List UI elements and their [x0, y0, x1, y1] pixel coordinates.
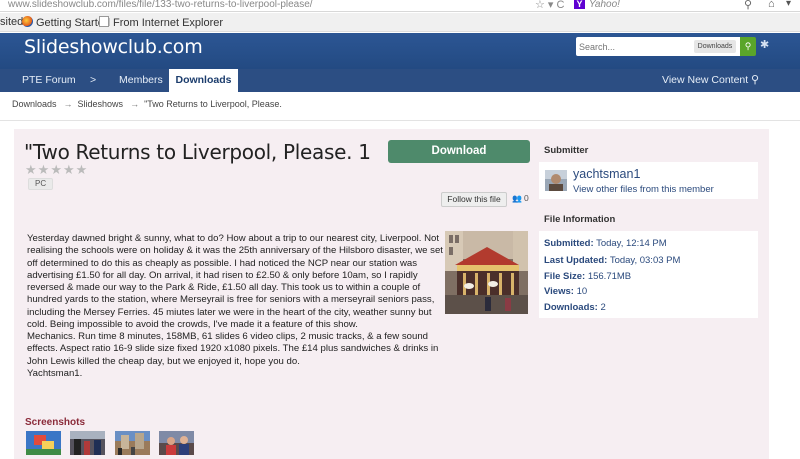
search-scope-selector[interactable]: Downloads: [694, 40, 736, 53]
search-icon: ⚲: [744, 41, 752, 51]
browser-address-bar: www.slideshowclub.com/files/file/133-two…: [0, 0, 800, 12]
home-icon[interactable]: ⌂: [768, 0, 775, 10]
breadcrumb-current: "Two Returns to Liverpool, Please.: [144, 99, 282, 109]
nav-view-new-content[interactable]: View New Content: [662, 69, 748, 92]
gear-icon[interactable]: ✱: [760, 38, 769, 51]
divider: [0, 120, 800, 121]
gear-icon[interactable]: ▾: [786, 0, 791, 9]
screenshot-thumbnail[interactable]: [70, 431, 105, 455]
main-nav: PTE Forum > Members Downloads View New C…: [0, 69, 800, 92]
star-icon[interactable]: ★: [76, 162, 89, 177]
firefox-icon: [22, 16, 33, 27]
info-submitted: Submitted: Today, 12:14 PM: [544, 238, 667, 249]
submitter-name[interactable]: yachtsman1: [573, 167, 640, 181]
search-button[interactable]: ⚲: [740, 37, 756, 56]
page-icon: [99, 16, 109, 27]
nav-separator[interactable]: >: [90, 69, 96, 92]
follower-count: 👥 0: [512, 193, 529, 203]
search-icon[interactable]: ⚲: [744, 0, 752, 11]
file-info-heading: File Information: [544, 214, 616, 225]
screenshot-thumbnail[interactable]: [159, 431, 194, 455]
bookmark-label: From Internet Explorer: [113, 17, 224, 29]
info-label: Last Updated:: [544, 255, 608, 266]
avatar[interactable]: [545, 170, 567, 191]
info-file-size: File Size: 156.71MB: [544, 271, 631, 282]
star-icon[interactable]: ★: [63, 162, 76, 177]
submitter-other-files-link[interactable]: View other files from this member: [573, 184, 714, 195]
nav-downloads[interactable]: Downloads: [169, 69, 238, 92]
yahoo-logo-icon: Y: [574, 0, 585, 9]
map-pin-icon[interactable]: ⚲: [751, 69, 759, 92]
search-input[interactable]: [579, 39, 689, 54]
people-icon: 👥: [512, 194, 522, 203]
platform-tag[interactable]: PC: [28, 178, 54, 190]
bookmark-from-ie[interactable]: From Internet Explorer: [99, 16, 223, 29]
submitter-heading: Submitter: [544, 145, 589, 156]
breadcrumb-downloads[interactable]: Downloads: [12, 99, 57, 109]
rating-stars[interactable]: ★★★★★: [25, 162, 88, 178]
site-search: Downloads: [576, 37, 742, 56]
info-value: Today, 03:03 PM: [609, 255, 681, 266]
info-value: Today, 12:14 PM: [596, 238, 667, 249]
screenshot-thumbnail[interactable]: [115, 431, 150, 455]
star-icon[interactable]: ★: [25, 162, 38, 177]
info-value: 10: [576, 286, 588, 297]
bookmarks-bar: sited Getting Started From Internet Expl…: [0, 13, 800, 32]
browser-search-box[interactable]: Y Yahoo!: [574, 0, 760, 11]
download-button[interactable]: Download: [388, 140, 530, 163]
bookmark-sited[interactable]: sited: [0, 16, 23, 28]
screenshots-heading: Screenshots: [25, 417, 86, 428]
info-downloads: Downloads: 2: [544, 302, 606, 313]
breadcrumb-slideshows[interactable]: Slideshows: [78, 99, 124, 109]
star-icon[interactable]: ★: [50, 162, 63, 177]
page-title: "Two Returns to Liverpool, Please. 1: [24, 140, 371, 164]
info-label: Submitted:: [544, 238, 594, 249]
site-logo[interactable]: Slideshowclub.com: [24, 36, 203, 58]
file-thumbnail[interactable]: [445, 231, 528, 314]
address-url[interactable]: www.slideshowclub.com/files/file/133-two…: [8, 0, 313, 10]
info-label: Views:: [544, 286, 574, 297]
arrow-right-icon: →: [63, 99, 73, 109]
info-views: Views: 10: [544, 286, 587, 297]
follow-button[interactable]: Follow this file: [441, 192, 507, 207]
browser-search-engine: Yahoo!: [589, 0, 620, 10]
description-paragraph: Yachtsman1.: [27, 367, 83, 379]
screenshot-thumbnail[interactable]: [26, 431, 61, 455]
follower-count-value: 0: [523, 193, 529, 203]
bookmark-getting-started[interactable]: Getting Started: [22, 16, 110, 29]
info-label: Downloads:: [544, 302, 598, 313]
info-label: File Size:: [544, 271, 586, 282]
file-description: Yesterday dawned bright & sunny, what to…: [27, 233, 443, 380]
site-header: Slideshowclub.com Downloads ⚲ ✱: [0, 33, 800, 69]
arrow-right-icon: →: [130, 99, 140, 109]
info-last-updated: Last Updated: Today, 03:03 PM: [544, 255, 680, 266]
star-icon[interactable]: ★: [38, 162, 51, 177]
description-paragraph: Yesterday dawned bright & sunny, what to…: [27, 233, 443, 330]
bookmark-star-icon[interactable]: ☆ ▾ C: [535, 0, 564, 11]
info-value: 156.71MB: [587, 271, 632, 282]
breadcrumb: Downloads → Slideshows → "Two Returns to Liv…: [12, 99, 284, 109]
info-value: 2: [600, 302, 606, 313]
nav-members[interactable]: Members: [119, 69, 163, 92]
nav-pte-forum[interactable]: PTE Forum: [22, 69, 76, 92]
description-paragraph: Mechanics. Run time 8 minutes, 158MB, 61…: [27, 331, 439, 367]
